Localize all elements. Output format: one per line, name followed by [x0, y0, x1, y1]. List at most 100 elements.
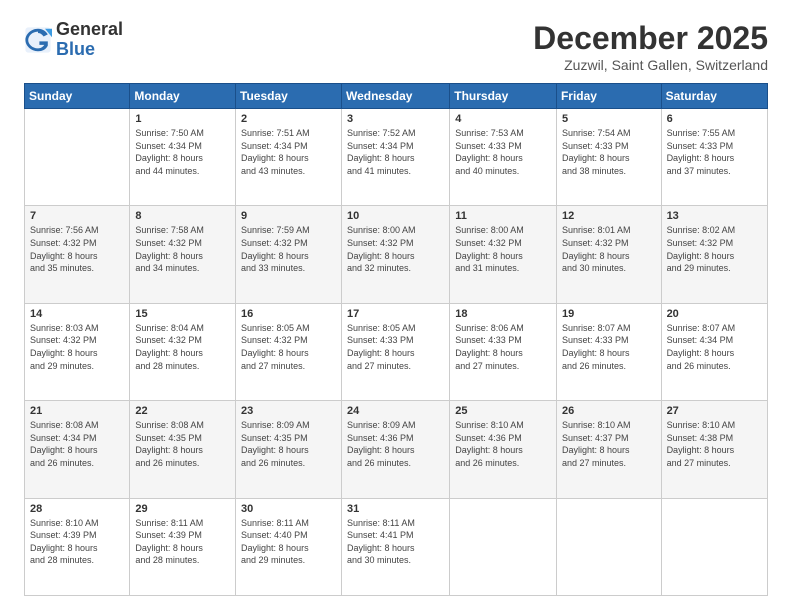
- day-cell: 8 Sunrise: 7:58 AM Sunset: 4:32 PM Daylig…: [130, 206, 236, 303]
- day-number: 1: [135, 113, 230, 125]
- day-number: 5: [562, 113, 656, 125]
- day-info: Sunrise: 8:05 AM Sunset: 4:32 PM Dayligh…: [241, 322, 336, 372]
- day-info: Sunrise: 8:00 AM Sunset: 4:32 PM Dayligh…: [455, 224, 551, 274]
- day-number: 19: [562, 308, 656, 320]
- header: General Blue December 2025 Zuzwil, Saint…: [24, 20, 768, 73]
- header-day-tuesday: Tuesday: [236, 84, 342, 109]
- month-title: December 2025: [533, 20, 768, 57]
- week-row-4: 28Sunrise: 8:10 AM Sunset: 4:39 PM Dayli…: [25, 498, 768, 595]
- day-info: Sunrise: 8:04 AM Sunset: 4:32 PM Dayligh…: [135, 322, 230, 372]
- day-cell: 11Sunrise: 8:00 AM Sunset: 4:32 PM Dayli…: [450, 206, 557, 303]
- page: General Blue December 2025 Zuzwil, Saint…: [0, 0, 792, 612]
- header-day-wednesday: Wednesday: [341, 84, 449, 109]
- day-cell: 3Sunrise: 7:52 AM Sunset: 4:34 PM Daylig…: [341, 109, 449, 206]
- day-info: Sunrise: 8:05 AM Sunset: 4:33 PM Dayligh…: [347, 322, 444, 372]
- day-info: Sunrise: 8:10 AM Sunset: 4:36 PM Dayligh…: [455, 419, 551, 469]
- day-info: Sunrise: 8:08 AM Sunset: 4:35 PM Dayligh…: [135, 419, 230, 469]
- day-number: 30: [241, 503, 336, 515]
- day-cell: 18Sunrise: 8:06 AM Sunset: 4:33 PM Dayli…: [450, 303, 557, 400]
- day-number: 23: [241, 405, 336, 417]
- logo-text: General Blue: [56, 20, 123, 60]
- day-info: Sunrise: 7:51 AM Sunset: 4:34 PM Dayligh…: [241, 127, 336, 177]
- logo-blue-text: Blue: [56, 40, 123, 60]
- day-info: Sunrise: 8:07 AM Sunset: 4:34 PM Dayligh…: [667, 322, 762, 372]
- day-cell: 12Sunrise: 8:01 AM Sunset: 4:32 PM Dayli…: [556, 206, 661, 303]
- day-number: 7: [30, 210, 124, 222]
- day-cell: [450, 498, 557, 595]
- day-info: Sunrise: 8:07 AM Sunset: 4:33 PM Dayligh…: [562, 322, 656, 372]
- day-cell: 6Sunrise: 7:55 AM Sunset: 4:33 PM Daylig…: [661, 109, 767, 206]
- header-day-friday: Friday: [556, 84, 661, 109]
- week-row-2: 14Sunrise: 8:03 AM Sunset: 4:32 PM Dayli…: [25, 303, 768, 400]
- day-cell: 4 Sunrise: 7:53 AM Sunset: 4:33 PM Daylig…: [450, 109, 557, 206]
- week-row-3: 21Sunrise: 8:08 AM Sunset: 4:34 PM Dayli…: [25, 401, 768, 498]
- day-cell: [661, 498, 767, 595]
- day-info: Sunrise: 8:09 AM Sunset: 4:36 PM Dayligh…: [347, 419, 444, 469]
- day-number: 24: [347, 405, 444, 417]
- day-cell: [25, 109, 130, 206]
- day-number: 17: [347, 308, 444, 320]
- header-row: SundayMondayTuesdayWednesdayThursdayFrid…: [25, 84, 768, 109]
- day-number: 9: [241, 210, 336, 222]
- day-info: Sunrise: 8:10 AM Sunset: 4:39 PM Dayligh…: [30, 517, 124, 567]
- day-number: 16: [241, 308, 336, 320]
- day-cell: 20Sunrise: 8:07 AM Sunset: 4:34 PM Dayli…: [661, 303, 767, 400]
- day-info: Sunrise: 8:00 AM Sunset: 4:32 PM Dayligh…: [347, 224, 444, 274]
- day-info: Sunrise: 8:11 AM Sunset: 4:39 PM Dayligh…: [135, 517, 230, 567]
- title-block: December 2025 Zuzwil, Saint Gallen, Swit…: [533, 20, 768, 73]
- day-info: Sunrise: 8:11 AM Sunset: 4:41 PM Dayligh…: [347, 517, 444, 567]
- day-cell: 14Sunrise: 8:03 AM Sunset: 4:32 PM Dayli…: [25, 303, 130, 400]
- day-cell: 7 Sunrise: 7:56 AM Sunset: 4:32 PM Daylig…: [25, 206, 130, 303]
- location: Zuzwil, Saint Gallen, Switzerland: [533, 57, 768, 73]
- calendar-table: SundayMondayTuesdayWednesdayThursdayFrid…: [24, 83, 768, 596]
- day-info: Sunrise: 8:09 AM Sunset: 4:35 PM Dayligh…: [241, 419, 336, 469]
- day-number: 29: [135, 503, 230, 515]
- day-cell: 17 Sunrise: 8:05 AM Sunset: 4:33 PM Dayli…: [341, 303, 449, 400]
- day-cell: 2 Sunrise: 7:51 AM Sunset: 4:34 PM Daylig…: [236, 109, 342, 206]
- day-number: 4: [455, 113, 551, 125]
- logo: General Blue: [24, 20, 123, 60]
- day-info: Sunrise: 7:55 AM Sunset: 4:33 PM Dayligh…: [667, 127, 762, 177]
- day-cell: 25Sunrise: 8:10 AM Sunset: 4:36 PM Dayli…: [450, 401, 557, 498]
- day-info: Sunrise: 8:01 AM Sunset: 4:32 PM Dayligh…: [562, 224, 656, 274]
- day-cell: 30 Sunrise: 8:11 AM Sunset: 4:40 PM Dayli…: [236, 498, 342, 595]
- day-number: 10: [347, 210, 444, 222]
- day-cell: 9 Sunrise: 7:59 AM Sunset: 4:32 PM Daylig…: [236, 206, 342, 303]
- day-cell: 29 Sunrise: 8:11 AM Sunset: 4:39 PM Dayli…: [130, 498, 236, 595]
- day-cell: 10 Sunrise: 8:00 AM Sunset: 4:32 PM Dayli…: [341, 206, 449, 303]
- day-info: Sunrise: 8:08 AM Sunset: 4:34 PM Dayligh…: [30, 419, 124, 469]
- day-cell: 16 Sunrise: 8:05 AM Sunset: 4:32 PM Dayli…: [236, 303, 342, 400]
- day-cell: 26Sunrise: 8:10 AM Sunset: 4:37 PM Dayli…: [556, 401, 661, 498]
- day-info: Sunrise: 7:54 AM Sunset: 4:33 PM Dayligh…: [562, 127, 656, 177]
- day-info: Sunrise: 8:02 AM Sunset: 4:32 PM Dayligh…: [667, 224, 762, 274]
- day-info: Sunrise: 7:59 AM Sunset: 4:32 PM Dayligh…: [241, 224, 336, 274]
- day-cell: 27 Sunrise: 8:10 AM Sunset: 4:38 PM Dayli…: [661, 401, 767, 498]
- day-info: Sunrise: 7:58 AM Sunset: 4:32 PM Dayligh…: [135, 224, 230, 274]
- day-info: Sunrise: 7:53 AM Sunset: 4:33 PM Dayligh…: [455, 127, 551, 177]
- day-cell: 1 Sunrise: 7:50 AM Sunset: 4:34 PM Daylig…: [130, 109, 236, 206]
- day-info: Sunrise: 8:11 AM Sunset: 4:40 PM Dayligh…: [241, 517, 336, 567]
- day-number: 8: [135, 210, 230, 222]
- logo-icon: [24, 26, 52, 54]
- day-info: Sunrise: 8:10 AM Sunset: 4:38 PM Dayligh…: [667, 419, 762, 469]
- day-number: 31: [347, 503, 444, 515]
- day-info: Sunrise: 7:56 AM Sunset: 4:32 PM Dayligh…: [30, 224, 124, 274]
- day-cell: 13Sunrise: 8:02 AM Sunset: 4:32 PM Dayli…: [661, 206, 767, 303]
- header-day-thursday: Thursday: [450, 84, 557, 109]
- week-row-0: 1 Sunrise: 7:50 AM Sunset: 4:34 PM Daylig…: [25, 109, 768, 206]
- day-info: Sunrise: 8:06 AM Sunset: 4:33 PM Dayligh…: [455, 322, 551, 372]
- day-info: Sunrise: 7:50 AM Sunset: 4:34 PM Dayligh…: [135, 127, 230, 177]
- day-number: 26: [562, 405, 656, 417]
- day-number: 15: [135, 308, 230, 320]
- day-number: 22: [135, 405, 230, 417]
- header-day-saturday: Saturday: [661, 84, 767, 109]
- day-cell: 5 Sunrise: 7:54 AM Sunset: 4:33 PM Daylig…: [556, 109, 661, 206]
- day-cell: [556, 498, 661, 595]
- header-day-sunday: Sunday: [25, 84, 130, 109]
- day-cell: 28Sunrise: 8:10 AM Sunset: 4:39 PM Dayli…: [25, 498, 130, 595]
- day-number: 2: [241, 113, 336, 125]
- day-cell: 19 Sunrise: 8:07 AM Sunset: 4:33 PM Dayli…: [556, 303, 661, 400]
- day-number: 27: [667, 405, 762, 417]
- day-info: Sunrise: 7:52 AM Sunset: 4:34 PM Dayligh…: [347, 127, 444, 177]
- logo-general-text: General: [56, 20, 123, 40]
